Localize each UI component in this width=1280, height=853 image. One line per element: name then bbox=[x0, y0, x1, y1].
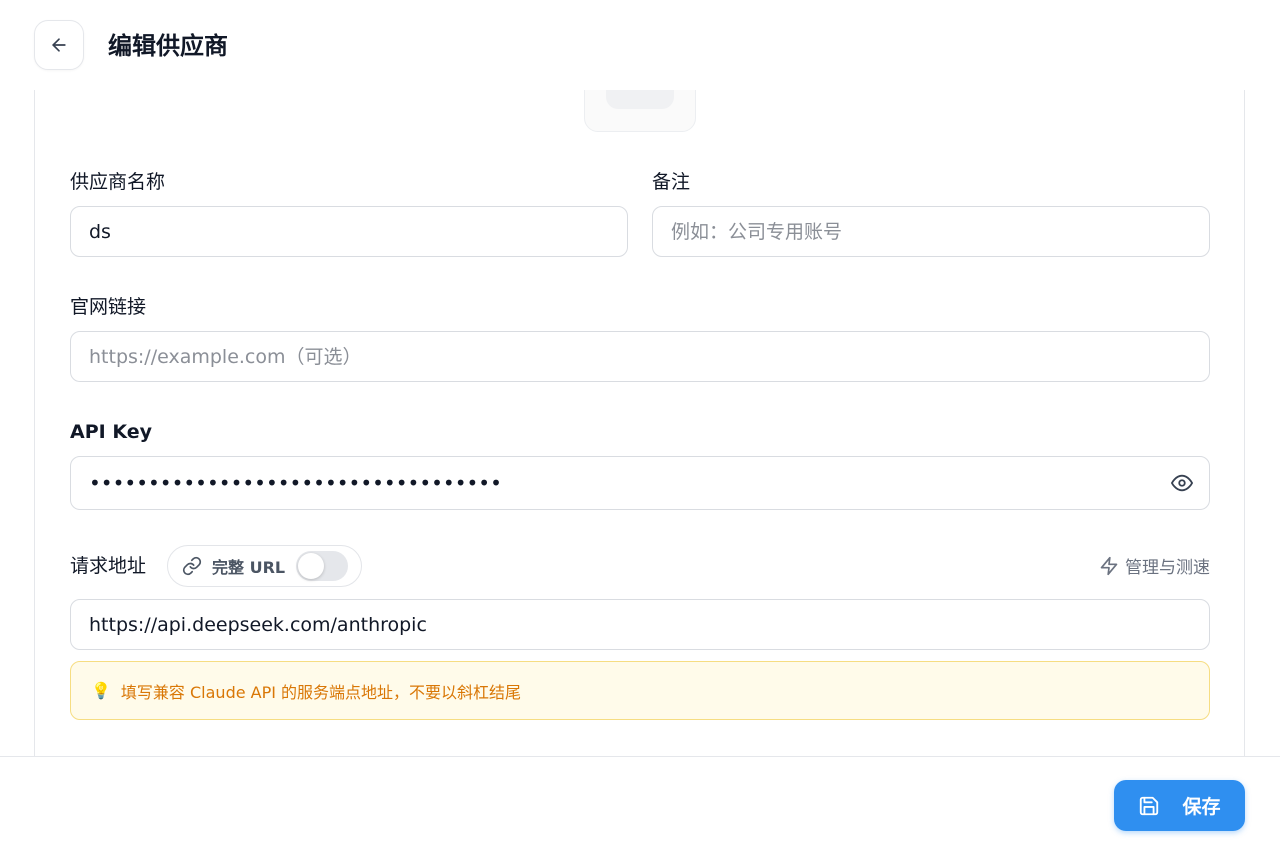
save-icon bbox=[1140, 796, 1159, 815]
provider-icon-placeholder bbox=[606, 90, 674, 109]
api-key-label: API Key bbox=[70, 421, 152, 443]
endpoint-label: 请求地址 bbox=[70, 555, 147, 577]
notes-label: 备注 bbox=[652, 171, 691, 193]
full-url-switch-knob bbox=[298, 553, 324, 579]
lightbulb-icon: 💡 bbox=[91, 681, 111, 700]
api-key-input[interactable]: ••••••••••••••••••••••••••••••••••• bbox=[70, 456, 1210, 510]
arrow-left-icon bbox=[52, 38, 66, 52]
provider-icon-preview[interactable] bbox=[584, 90, 696, 132]
name-input[interactable] bbox=[70, 206, 628, 257]
manage-label: 管理与测速 bbox=[1125, 558, 1210, 578]
name-label: 供应商名称 bbox=[70, 171, 166, 193]
full-url-toggle-pill[interactable]: 完整 URL bbox=[167, 545, 362, 587]
lightning-icon bbox=[1100, 556, 1118, 575]
website-label: 官网链接 bbox=[70, 296, 147, 318]
link-icon bbox=[182, 556, 202, 576]
back-button[interactable] bbox=[34, 20, 84, 70]
full-url-label: 完整 URL bbox=[212, 558, 286, 577]
save-button[interactable]: 保存 bbox=[1114, 780, 1245, 831]
website-input[interactable] bbox=[70, 331, 1210, 382]
footer: 保存 bbox=[0, 756, 1280, 853]
endpoint-hint-text: 填写兼容 Claude API 的服务端点地址，不要以斜杠结尾 bbox=[120, 682, 522, 702]
api-key-masked-value: ••••••••••••••••••••••••••••••••••• bbox=[89, 471, 502, 495]
page-title: 编辑供应商 bbox=[108, 32, 228, 60]
eye-icon[interactable] bbox=[1171, 472, 1193, 494]
form-panel: 供应商名称 备注 官网链接 API Key ••••••••••••••••••… bbox=[34, 90, 1245, 756]
manage-and-speedtest-link[interactable]: 管理与测速 bbox=[1099, 553, 1210, 578]
endpoint-hint: 💡 填写兼容 Claude API 的服务端点地址，不要以斜杠结尾 bbox=[70, 661, 1210, 720]
header: 编辑供应商 bbox=[0, 0, 1280, 90]
endpoint-input[interactable] bbox=[70, 599, 1210, 650]
save-label: 保存 bbox=[1182, 797, 1221, 818]
notes-input[interactable] bbox=[652, 206, 1210, 257]
full-url-switch[interactable] bbox=[296, 551, 348, 581]
